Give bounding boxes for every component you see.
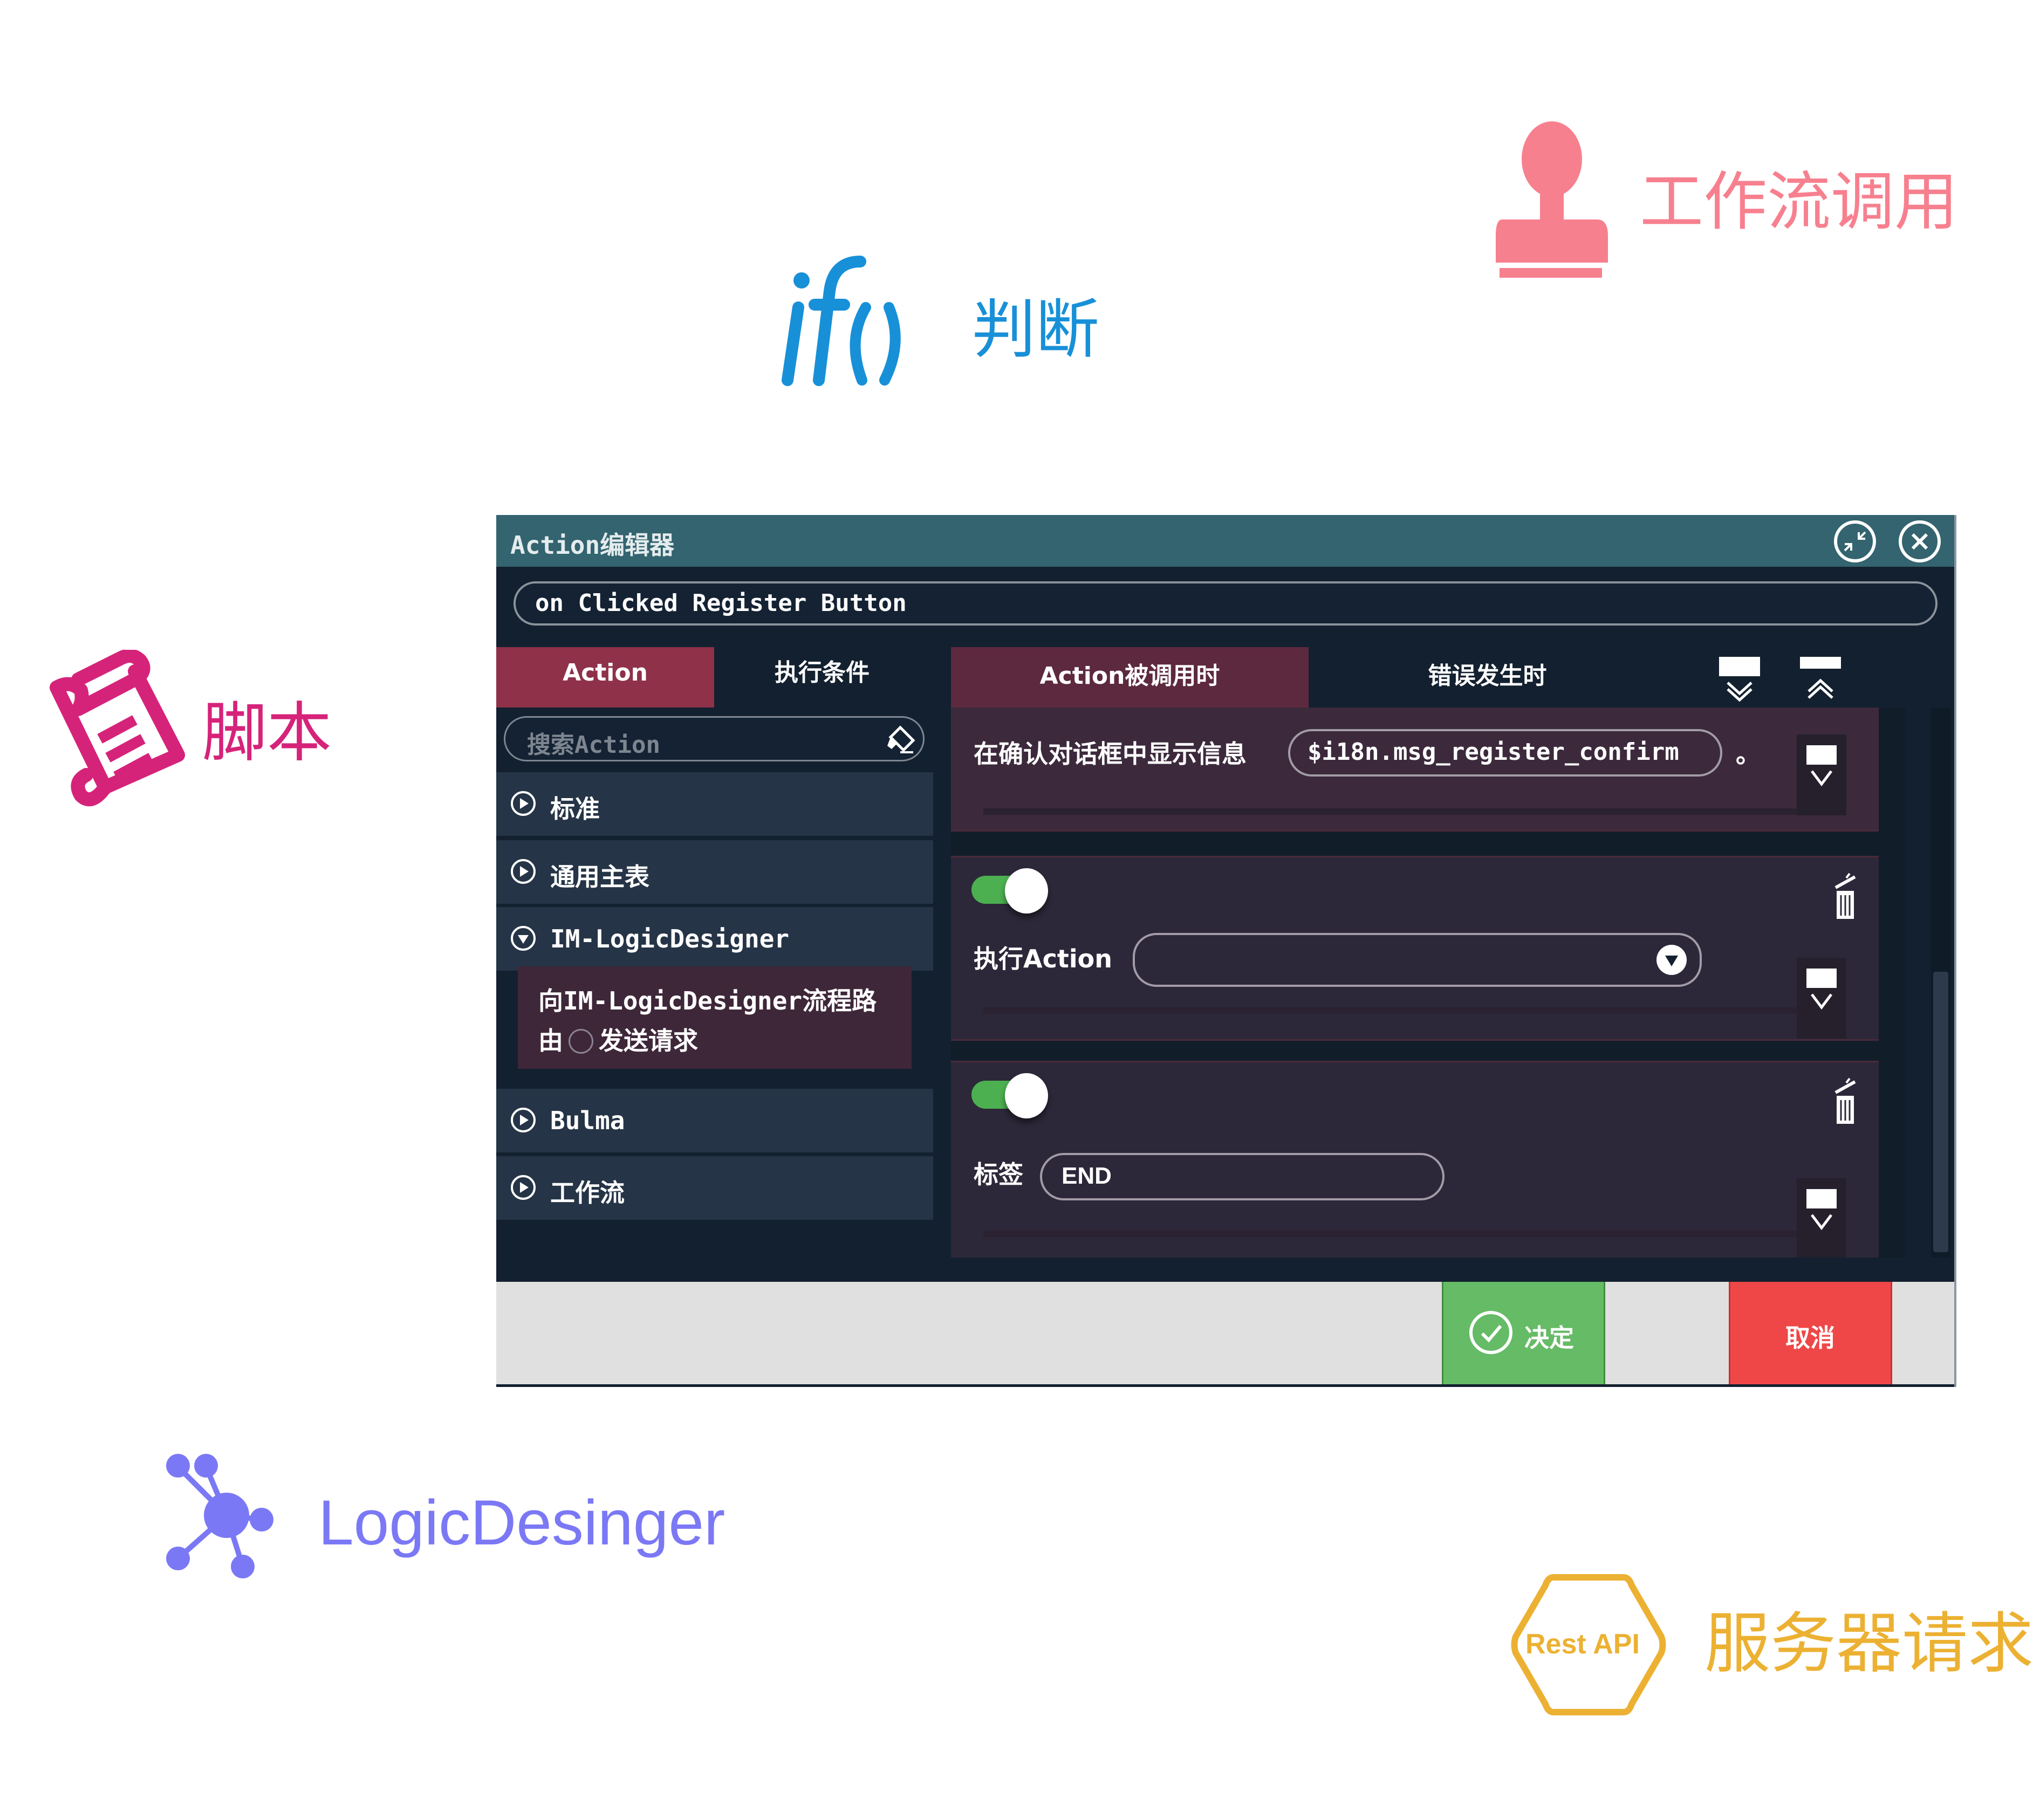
cancel-label: 取消 — [1785, 1323, 1835, 1352]
caret-down-icon — [1665, 956, 1678, 966]
play-circle-icon — [511, 791, 536, 816]
card-divider — [983, 1231, 1836, 1237]
chevron-down-icon — [1811, 993, 1832, 1010]
category-label: 工作流 — [550, 1178, 625, 1207]
card-label: 执行Action — [974, 944, 1112, 973]
card-collapse-button[interactable] — [1797, 1178, 1846, 1258]
cancel-button[interactable]: 取消 — [1729, 1282, 1892, 1384]
loading-circle-icon — [569, 1029, 593, 1054]
expanded-circle-icon — [511, 926, 536, 951]
action-card-label: 标签 END — [951, 1061, 1879, 1258]
legend-workflow-call-label: 工作流调用 — [1640, 164, 1959, 239]
collapse-block-icon — [1806, 1189, 1837, 1208]
category-label: IM-LogicDesigner — [550, 924, 790, 953]
legend-script-label: 脚本 — [202, 696, 332, 771]
collapse-all-button[interactable] — [1798, 657, 1843, 704]
scroll-icon — [50, 650, 185, 807]
category-common-master[interactable]: 通用主表 — [496, 840, 933, 904]
category-workflow[interactable]: 工作流 — [496, 1156, 933, 1220]
scrollbar-thumb[interactable] — [1933, 972, 1948, 1252]
legend-script: 脚本 — [46, 650, 348, 817]
category-label: 标准 — [550, 794, 600, 823]
if-icon — [782, 256, 901, 386]
play-circle-icon — [511, 859, 536, 884]
event-name-field[interactable]: on Clicked Register Button — [514, 581, 1938, 626]
toggle-knob — [1005, 868, 1048, 914]
legend-workflow-call: 工作流调用 — [1486, 121, 1971, 278]
category-bulma[interactable]: Bulma — [496, 1089, 933, 1152]
confirm-label: 决定 — [1524, 1323, 1574, 1352]
action-item-line2: 由 发送请求 — [538, 1021, 698, 1057]
card-divider — [983, 1007, 1836, 1014]
search-placeholder: 搜索Action — [527, 731, 660, 759]
trash-icon[interactable] — [1831, 1077, 1858, 1126]
dropdown-button[interactable] — [1656, 945, 1687, 975]
action-item-line2-pre: 由 — [538, 1026, 563, 1055]
close-button[interactable] — [1899, 520, 1941, 562]
legend-server-request-label: 服务器请求 — [1704, 1605, 2034, 1682]
toggle-knob — [1005, 1073, 1048, 1118]
stamp-icon — [1496, 121, 1608, 278]
vertical-scrollbar[interactable] — [1931, 708, 1950, 1258]
dialog-footer: 决定 取消 — [496, 1282, 1954, 1384]
close-icon — [1911, 533, 1928, 550]
card-label: 在确认对话框中显示信息 — [974, 739, 1247, 768]
chevron-down-icon — [1811, 770, 1832, 787]
legend-condition: 判断 — [771, 253, 1122, 394]
card-suffix: 。 — [1736, 739, 1761, 768]
card-divider — [983, 808, 1836, 815]
card-collapse-button[interactable] — [1797, 958, 1846, 1039]
confirm-button[interactable]: 决定 — [1442, 1282, 1605, 1384]
enable-toggle[interactable] — [971, 1073, 1048, 1118]
play-circle-icon — [511, 1175, 536, 1200]
play-circle-icon — [511, 1108, 536, 1132]
action-item-logicdesigner-request[interactable]: 向IM-LogicDesigner流程路 由 发送请求 — [518, 966, 912, 1069]
card-label: 标签 — [974, 1160, 1023, 1189]
legend-logic-designer: LogicDesinger — [162, 1451, 788, 1591]
eraser-icon[interactable] — [884, 724, 916, 756]
action-card-execute-action: 执行Action — [951, 856, 1879, 1041]
category-im-logicdesigner[interactable]: IM-LogicDesigner — [496, 907, 933, 971]
action-sequence-panel: 在确认对话框中显示信息 $i18n.msg_register_confirm 。… — [951, 708, 1906, 1258]
expand-all-icon — [1719, 657, 1760, 702]
category-standard[interactable]: 标准 — [496, 772, 933, 836]
title-bar: Action编辑器 — [496, 515, 1954, 567]
collapse-block-icon — [1806, 745, 1837, 765]
right-tabs: Action被调用时 错误发生时 — [951, 647, 1956, 708]
minimize-button[interactable] — [1834, 520, 1876, 562]
tab-on-error[interactable]: 错误发生时 — [1309, 647, 1666, 708]
execute-action-select[interactable] — [1133, 933, 1702, 987]
check-circle-icon — [1469, 1311, 1512, 1354]
left-tabs: Action 执行条件 — [496, 647, 928, 708]
label-value-field[interactable]: END — [1040, 1153, 1445, 1200]
legend-logic-designer-label: LogicDesinger — [318, 1487, 725, 1558]
action-catalog-panel: 搜索Action 标准 通用主表 IM-LogicDesigner 向IM-Lo… — [496, 708, 933, 1258]
collapse-all-icon — [1800, 657, 1841, 699]
enable-toggle[interactable] — [971, 868, 1048, 914]
tab-on-invoked[interactable]: Action被调用时 — [951, 647, 1309, 708]
legend-server-request: Rest API 服务器请求 — [1508, 1572, 2040, 1718]
action-card-confirm-dialog: 在确认对话框中显示信息 $i18n.msg_register_confirm 。 — [951, 708, 1879, 832]
expand-all-button[interactable] — [1717, 657, 1762, 704]
category-label: 通用主表 — [550, 862, 649, 891]
category-label: Bulma — [550, 1106, 625, 1135]
search-action-input[interactable]: 搜索Action — [504, 716, 925, 761]
collapse-block-icon — [1806, 969, 1837, 988]
message-value-field[interactable]: $i18n.msg_register_confirm — [1288, 729, 1722, 777]
action-item-line1: 向IM-LogicDesigner流程路 — [538, 986, 877, 1015]
action-editor-window: Action编辑器 on Clicked Register Button Act… — [496, 515, 1956, 1387]
rest-api-badge-text: Rest API — [1525, 1629, 1640, 1660]
action-item-line2-post: 发送请求 — [599, 1026, 698, 1055]
network-icon — [166, 1454, 273, 1578]
window-title: Action编辑器 — [510, 531, 675, 560]
trash-icon[interactable] — [1831, 873, 1858, 921]
tab-conditions[interactable]: 执行条件 — [714, 647, 930, 708]
legend-condition-label: 判断 — [972, 292, 1100, 367]
collapse-arrows-icon — [1844, 531, 1866, 552]
card-collapse-button[interactable] — [1797, 734, 1846, 815]
chevron-down-icon — [1811, 1214, 1832, 1231]
tab-action[interactable]: Action — [496, 647, 714, 708]
